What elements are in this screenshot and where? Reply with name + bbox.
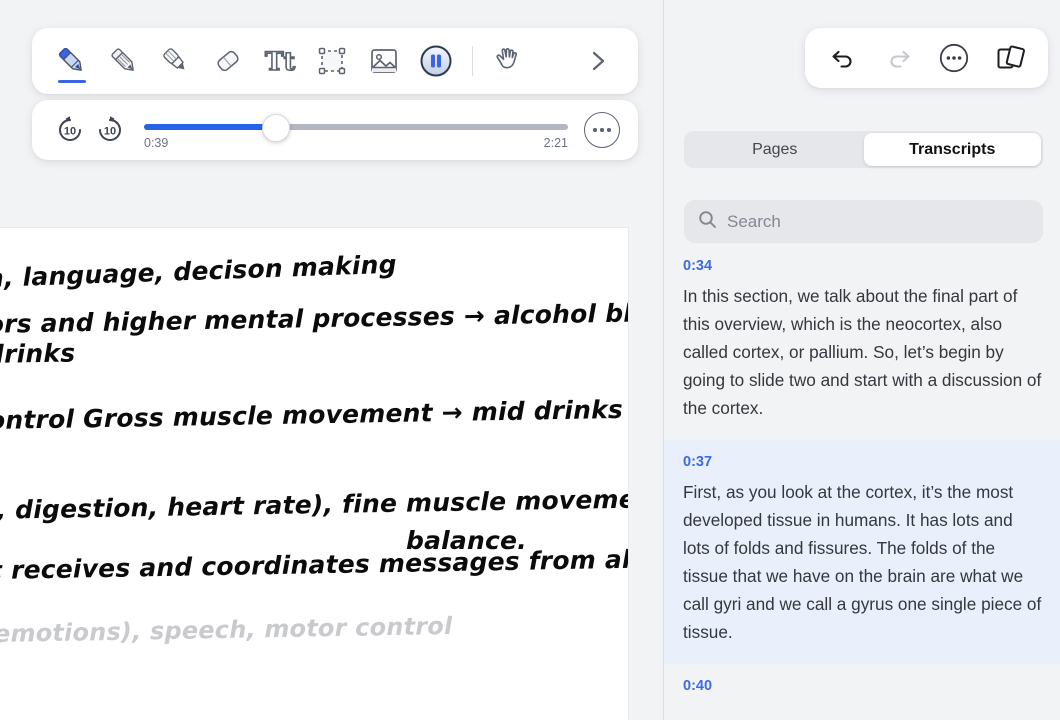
current-time-label: 0:39	[144, 136, 169, 150]
transcript-entry[interactable]: 0:34 In this section, we talk about the …	[664, 258, 1060, 440]
svg-text:10: 10	[104, 126, 116, 138]
notes-app-window: n, language, decison making iors and high…	[0, 0, 1060, 720]
skip-forward-10-button[interactable]: 10	[90, 110, 130, 150]
highlighter-tool[interactable]	[150, 35, 202, 87]
eraser-tool[interactable]	[202, 35, 254, 87]
audio-playback-bar: 10 10 0:39 2:21	[32, 100, 638, 160]
transcript-entry[interactable]: 0:40	[664, 664, 1060, 720]
more-options-button[interactable]	[932, 36, 976, 80]
ellipsis-icon	[593, 128, 611, 132]
pen-tool-selected-indicator	[58, 80, 86, 83]
search-input[interactable]	[727, 211, 1027, 232]
handwritten-line: t receives and coordinates messages from…	[0, 543, 628, 585]
drawing-toolbar: Tt	[32, 28, 638, 94]
tab-pages[interactable]: Pages	[686, 133, 864, 166]
selection-tool[interactable]	[306, 35, 358, 87]
redo-button[interactable]	[877, 36, 921, 80]
svg-text:10: 10	[64, 126, 76, 138]
handwritten-line: drinks	[0, 338, 76, 369]
seek-thumb[interactable]	[262, 114, 291, 142]
pages-stack-button[interactable]	[988, 36, 1032, 80]
handwritten-line: emotions), speech, motor control	[0, 612, 453, 648]
transcript-entry-active[interactable]: 0:37 First, as you look at the cortex, i…	[664, 440, 1060, 664]
seek-progress-fill	[144, 124, 276, 130]
handwritten-line: ontrol Gross muscle movement → mid drink…	[0, 393, 628, 435]
text-tool[interactable]: Tt	[254, 35, 306, 87]
pen-tool[interactable]	[46, 35, 98, 87]
transcript-list[interactable]: 0:34 In this section, we talk about the …	[664, 258, 1060, 720]
svg-text:Tt: Tt	[265, 47, 296, 76]
transcript-timestamp[interactable]: 0:34	[683, 258, 1044, 274]
image-tool[interactable]	[358, 35, 410, 87]
search-icon	[698, 210, 717, 234]
transcript-timestamp[interactable]: 0:40	[683, 678, 1044, 694]
transcript-text: In this section, we talk about the final…	[683, 286, 1042, 418]
undo-button[interactable]	[821, 36, 865, 80]
transcript-timestamp[interactable]: 0:37	[683, 454, 1044, 470]
skip-back-10-button[interactable]: 10	[50, 110, 90, 150]
toolbar-divider	[472, 46, 473, 76]
transcripts-pane: Pages Transcripts 0:34 In this section, …	[664, 0, 1060, 720]
transcript-text: First, as you look at the cortex, it’s t…	[683, 482, 1042, 642]
seek-bar[interactable]: 0:39 2:21	[144, 106, 568, 154]
hand-tool[interactable]	[483, 35, 535, 87]
tab-transcripts[interactable]: Transcripts	[863, 133, 1041, 166]
total-time-label: 2:21	[543, 136, 568, 150]
handwritten-line: iors and higher mental processes → alcoh…	[0, 297, 628, 339]
note-editor-pane: n, language, decison making iors and high…	[0, 0, 663, 720]
handwritten-line: y, digestion, heart rate), fine muscle m…	[0, 483, 628, 525]
pencil-tool[interactable]	[98, 35, 150, 87]
right-action-toolbar	[805, 28, 1048, 88]
record-pause-tool[interactable]	[410, 35, 462, 87]
panel-tabs: Pages Transcripts	[684, 131, 1043, 168]
playback-more-button[interactable]	[584, 112, 620, 148]
search-box[interactable]	[684, 200, 1043, 243]
handwritten-line: n, language, decison making	[0, 249, 398, 293]
expand-toolbar-button[interactable]	[572, 35, 624, 87]
handwritten-note-page[interactable]: n, language, decison making iors and high…	[0, 228, 628, 720]
